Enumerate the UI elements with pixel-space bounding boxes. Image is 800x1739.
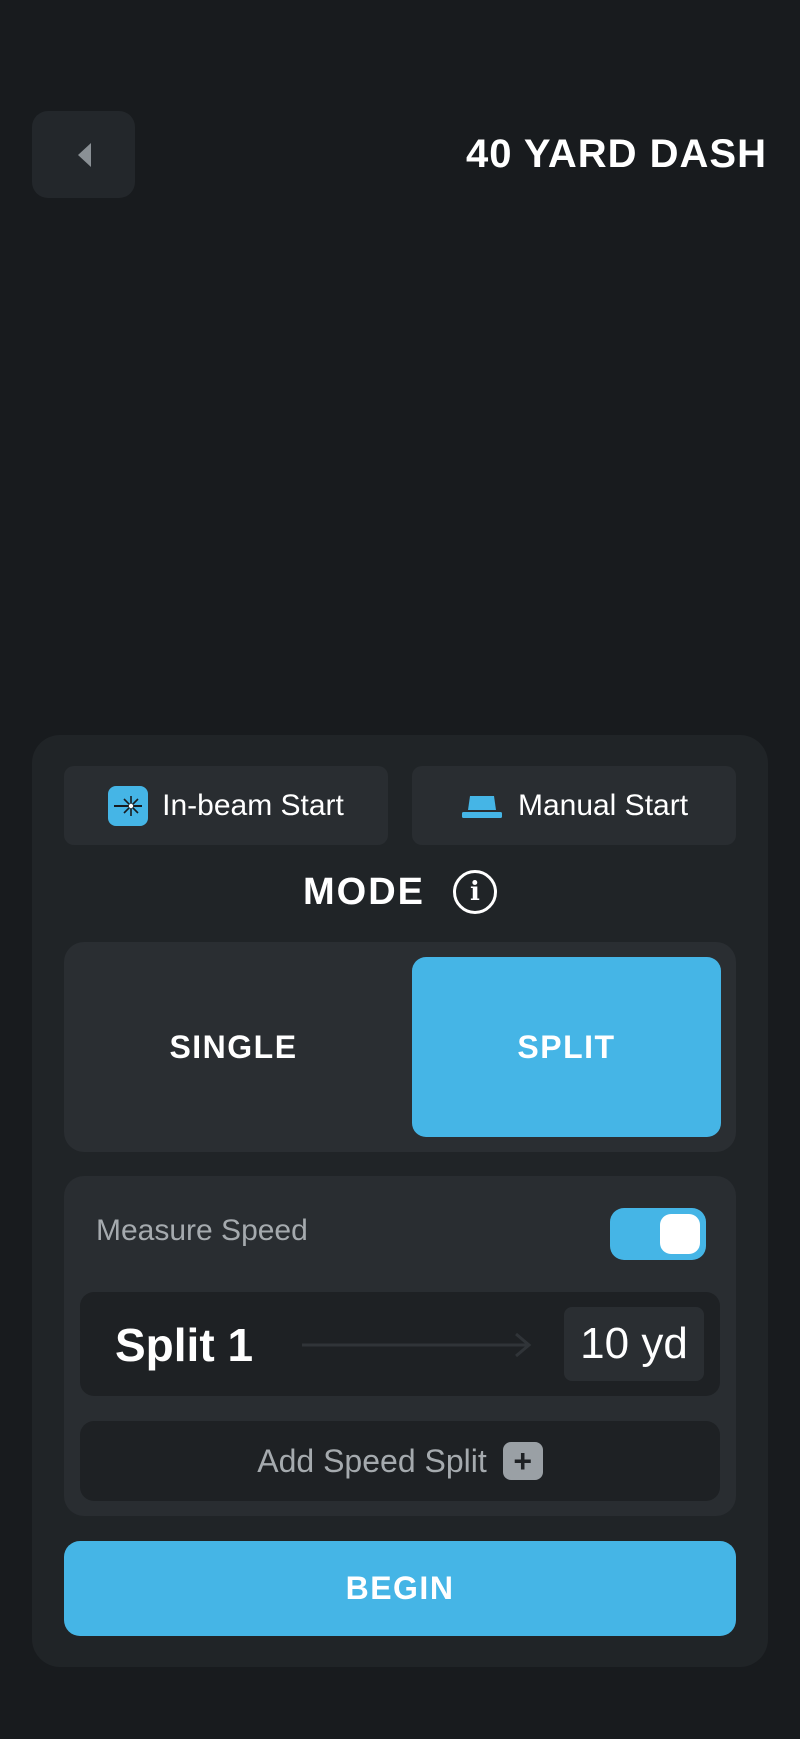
manual-pad-icon <box>460 792 504 820</box>
back-button[interactable] <box>32 111 135 198</box>
plus-icon: + <box>502 1442 543 1480</box>
mode-header: MODE i <box>32 867 768 917</box>
manual-start-button[interactable]: Manual Start <box>412 766 736 845</box>
manual-start-label: Manual Start <box>517 788 689 822</box>
page-title: 40 YARD DASH <box>465 132 767 176</box>
laser-beam-icon <box>108 785 149 826</box>
info-icon[interactable]: i <box>453 870 497 914</box>
begin-button[interactable]: BEGIN <box>64 1541 736 1636</box>
inbeam-start-button[interactable]: In-beam Start <box>64 766 388 845</box>
measure-speed-label: Measure Speed <box>96 1214 308 1247</box>
chevron-left-icon <box>77 142 91 167</box>
mode-split-option[interactable]: SPLIT <box>412 957 721 1137</box>
splits-card: Measure Speed Split 1 10 yd Add Speed Sp… <box>64 1176 736 1516</box>
mode-toggle: SINGLE SPLIT <box>64 942 736 1152</box>
mode-single-option[interactable]: SINGLE <box>79 957 388 1137</box>
measure-speed-toggle[interactable] <box>610 1208 706 1260</box>
split-name: Split 1 <box>115 1319 254 1371</box>
split-distance-field[interactable]: 10 yd <box>564 1307 704 1381</box>
screen: 40 YARD DASH In-beam Start Manual Start … <box>0 0 800 1739</box>
add-speed-split-button[interactable]: Add Speed Split + <box>80 1421 720 1501</box>
inbeam-start-label: In-beam Start <box>162 788 344 822</box>
setup-panel: In-beam Start Manual Start MODE i SINGLE… <box>32 735 768 1667</box>
mode-label: MODE <box>303 870 425 913</box>
toggle-knob <box>660 1214 700 1254</box>
add-speed-split-label: Add Speed Split <box>257 1442 487 1479</box>
arrow-right-icon <box>302 1332 532 1358</box>
split-row: Split 1 10 yd <box>80 1292 720 1396</box>
